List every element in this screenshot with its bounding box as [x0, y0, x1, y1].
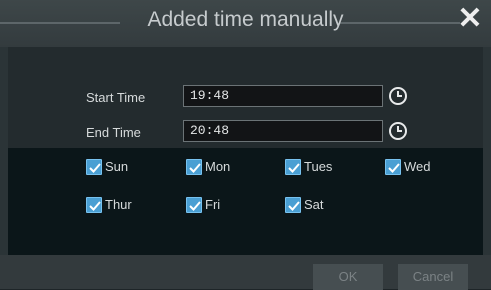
- dialog-border-left: [0, 47, 8, 255]
- clock-icon[interactable]: [388, 121, 408, 141]
- day-label: Thur: [105, 197, 132, 212]
- checkbox-checked-icon[interactable]: [285, 159, 301, 175]
- day-label: Mon: [205, 159, 231, 174]
- day-label: Fri: [205, 197, 221, 212]
- checkbox-checked-icon[interactable]: [285, 197, 301, 213]
- checkbox-checked-icon[interactable]: [186, 197, 202, 213]
- checkbox-checked-icon[interactable]: [385, 159, 401, 175]
- day-label: Sat: [304, 197, 324, 212]
- checkbox-checked-icon[interactable]: [186, 159, 202, 175]
- day-label: Tues: [304, 159, 333, 174]
- end-time-input[interactable]: 20:48: [183, 120, 383, 142]
- checkbox-checked-icon[interactable]: [86, 197, 102, 213]
- cancel-button[interactable]: Cancel: [398, 264, 468, 290]
- day-label: Sun: [105, 159, 129, 174]
- close-icon[interactable]: ✕: [457, 4, 483, 34]
- end-time-label: End Time: [86, 125, 141, 140]
- ok-button[interactable]: OK: [313, 264, 383, 290]
- dialog-title-bar: Added time manually ✕: [0, 0, 491, 47]
- dialog-border-right: [483, 47, 491, 255]
- day-label: Wed: [404, 159, 431, 174]
- dialog-title: Added time manually: [147, 8, 344, 31]
- clock-icon[interactable]: [388, 86, 408, 106]
- start-time-input[interactable]: 19:48: [183, 85, 383, 107]
- start-time-label: Start Time: [86, 90, 146, 105]
- checkbox-checked-icon[interactable]: [86, 159, 102, 175]
